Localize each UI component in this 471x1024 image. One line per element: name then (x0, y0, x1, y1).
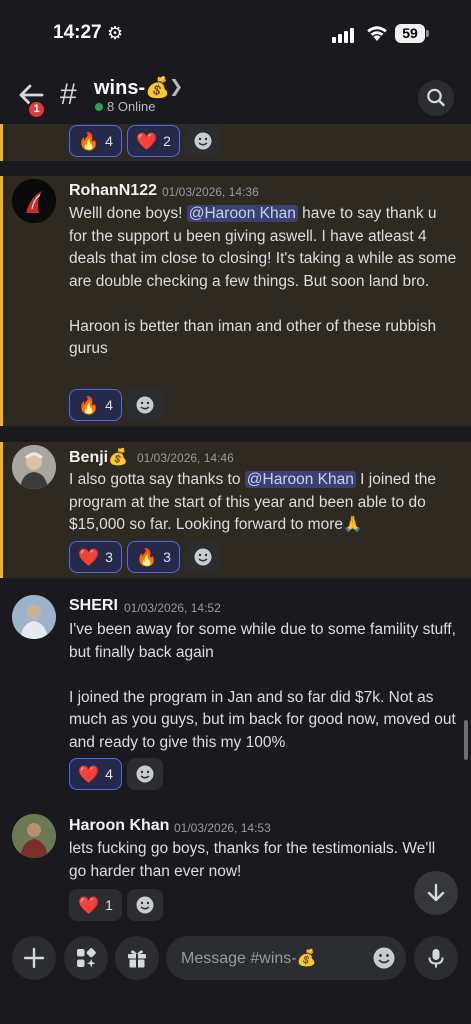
wifi-icon (367, 26, 387, 41)
jump-to-present-button[interactable] (414, 871, 458, 915)
emoji-icon[interactable] (372, 946, 396, 970)
search-button[interactable] (418, 80, 454, 116)
search-icon (427, 88, 445, 107)
reaction-heart[interactable]: ❤️ 3 (69, 541, 122, 573)
add-reaction-button[interactable] (184, 541, 221, 573)
add-reaction-icon (194, 132, 212, 150)
add-reaction-icon (136, 896, 154, 914)
reaction-fire[interactable]: 🔥 4 (69, 125, 122, 157)
add-reaction-icon (136, 765, 154, 783)
message-content: Welll done boys! @Haroon Khan have to sa… (69, 205, 457, 357)
chevron-right-icon[interactable]: ❯ (169, 77, 183, 97)
avatar[interactable] (12, 595, 56, 639)
add-reaction-icon (194, 548, 212, 566)
unread-badge: 1 (27, 100, 46, 119)
timestamp: 01/03/2026, 14:52 (124, 601, 221, 615)
reaction-row: ❤️ 4 (69, 758, 163, 790)
microphone-icon (428, 949, 444, 968)
timestamp: 01/03/2026, 14:53 (174, 821, 271, 835)
reaction-row: ❤️ 1 (69, 889, 163, 921)
message-list[interactable]: 🔥 4 ❤️ 2 RohanN122 01/03/2026, 14:36 Welll… (0, 124, 471, 926)
avatar[interactable] (12, 814, 56, 858)
reaction-row: 🔥 4 ❤️ 2 (69, 125, 221, 157)
reaction-fire[interactable]: 🔥 3 (126, 541, 180, 573)
online-status-dot (95, 103, 103, 111)
author-name[interactable]: Benji💰 (69, 447, 128, 467)
message-content: I've been away for some while due to som… (69, 621, 456, 751)
apps-icon (77, 948, 96, 968)
reaction-heart[interactable]: ❤️ 2 (126, 125, 180, 157)
timestamp: 01/03/2026, 14:36 (162, 185, 259, 199)
gift-icon (128, 950, 146, 968)
reaction-row: ❤️ 3 🔥 3 (69, 541, 221, 573)
channel-name[interactable]: wins-💰 (94, 75, 170, 100)
status-bar: 14:27 ⚙ 59 (0, 0, 471, 68)
status-time: 14:27 (53, 22, 102, 43)
message-item: RohanN122 01/03/2026, 14:36 Welll done b… (0, 176, 471, 426)
reaction-row: 🔥 4 (69, 389, 163, 421)
user-mention[interactable]: @Haroon Khan (244, 471, 356, 488)
settings-gear-icon: ⚙ (107, 23, 124, 43)
message-item: Haroon Khan 01/03/2026, 14:53 lets fucki… (0, 813, 471, 926)
hash-icon: # (60, 78, 77, 111)
add-reaction-button[interactable] (126, 889, 163, 921)
battery-tip (426, 30, 429, 37)
attach-button[interactable] (12, 936, 56, 980)
message-composer: Message #wins-💰 (0, 926, 471, 1024)
message-content: lets fucking go boys, thanks for the tes… (69, 840, 436, 880)
author-name[interactable]: Haroon Khan (69, 817, 169, 835)
avatar[interactable] (12, 445, 56, 489)
voice-message-button[interactable] (414, 936, 458, 980)
cell-signal-icon (332, 27, 358, 43)
gift-button[interactable] (115, 936, 159, 980)
add-reaction-button[interactable] (126, 389, 163, 421)
reaction-heart[interactable]: ❤️ 1 (69, 889, 122, 921)
author-name[interactable]: RohanN122 (69, 182, 157, 200)
reaction-fire[interactable]: 🔥 4 (69, 389, 122, 421)
message-input[interactable]: Message #wins-💰 (166, 936, 406, 980)
add-reaction-icon (136, 396, 154, 414)
plus-icon (23, 947, 45, 969)
online-count: 8 Online (107, 99, 156, 114)
message-content: I also gotta say thanks to @Haroon Khan … (69, 471, 437, 533)
apps-button[interactable] (64, 936, 108, 980)
arrow-down-icon (427, 883, 445, 902)
message-partial: 🔥 4 ❤️ 2 (0, 124, 471, 161)
user-mention[interactable]: @Haroon Khan (186, 205, 298, 222)
author-name[interactable]: SHERI (69, 597, 118, 615)
avatar[interactable] (12, 179, 56, 223)
message-placeholder: Message #wins-💰 (181, 950, 317, 967)
scrollbar-thumb[interactable] (464, 720, 468, 760)
add-reaction-button[interactable] (126, 758, 163, 790)
timestamp: 01/03/2026, 14:46 (137, 451, 234, 465)
message-item: SHERI 01/03/2026, 14:52 I've been away f… (0, 592, 471, 802)
reaction-heart[interactable]: ❤️ 4 (69, 758, 122, 790)
add-reaction-button[interactable] (184, 125, 221, 157)
message-item: Benji💰 01/03/2026, 14:46 I also gotta sa… (0, 442, 471, 578)
channel-header: 1 # wins-💰 ❯ 8 Online (0, 68, 471, 124)
battery-indicator: 59 (395, 24, 425, 43)
